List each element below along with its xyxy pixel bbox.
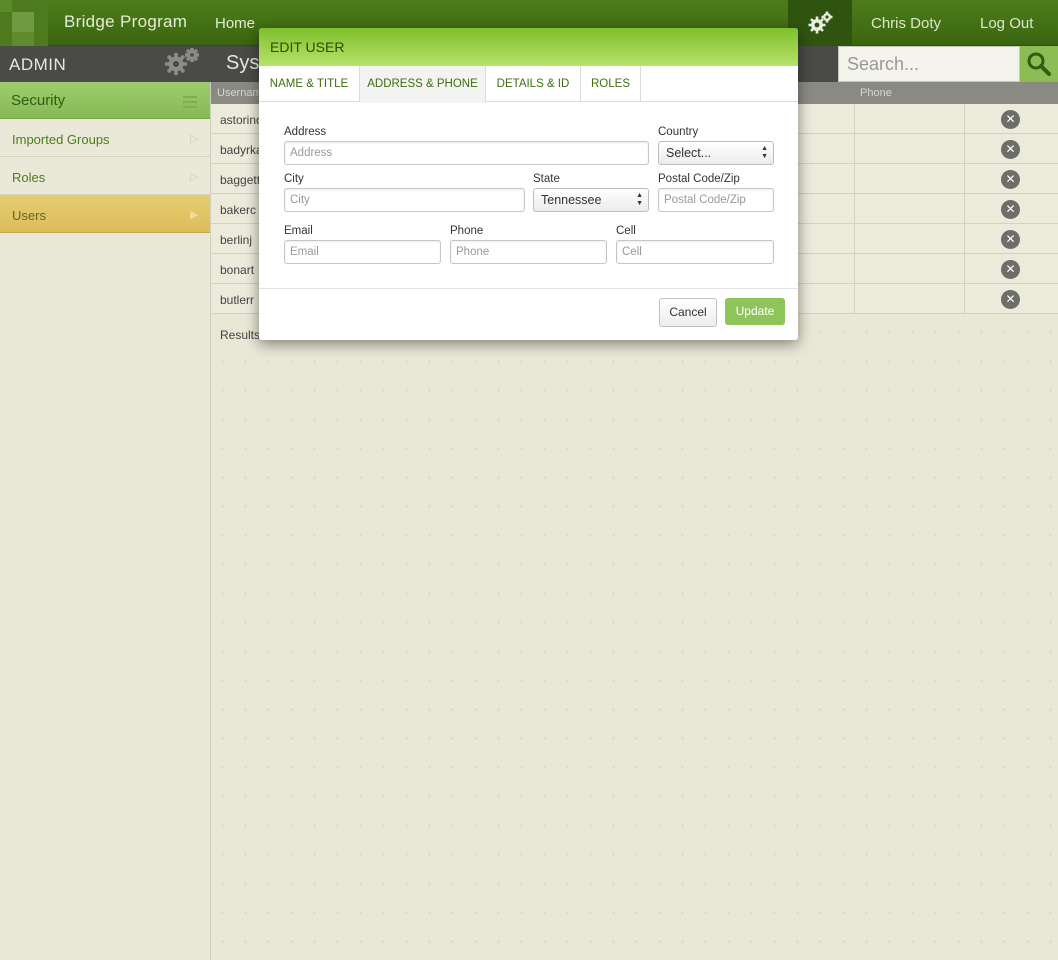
username-cell: astorino bbox=[220, 113, 263, 127]
logout-link[interactable]: Log Out bbox=[980, 15, 1033, 32]
username-cell: bakerc bbox=[220, 203, 257, 217]
app-title[interactable]: Bridge Program bbox=[64, 12, 187, 32]
tab-roles[interactable]: ROLES bbox=[581, 66, 641, 102]
sidebar-item-label: Roles bbox=[12, 170, 46, 185]
search-button[interactable] bbox=[1020, 46, 1058, 82]
state-select-value: Tennessee bbox=[541, 193, 602, 207]
admin-gear-icon bbox=[160, 46, 202, 87]
country-select-value: Select... bbox=[666, 146, 712, 160]
cell-label: Cell bbox=[616, 225, 636, 237]
city-label: City bbox=[284, 173, 304, 185]
zip-label: Postal Code/Zip bbox=[658, 173, 740, 185]
email-label: Email bbox=[284, 225, 313, 237]
cancel-button[interactable]: Cancel bbox=[659, 298, 717, 327]
user-name-link[interactable]: Chris Doty bbox=[871, 15, 941, 32]
admin-label: ADMIN bbox=[9, 55, 67, 74]
chevron-right-icon: ▷ bbox=[190, 171, 199, 183]
column-header-phone[interactable]: Phone bbox=[860, 87, 892, 99]
search-placeholder: Search... bbox=[847, 54, 920, 74]
delete-icon[interactable]: ✕ bbox=[1001, 140, 1020, 159]
delete-icon[interactable]: ✕ bbox=[1001, 260, 1020, 279]
city-input[interactable]: City bbox=[284, 188, 525, 212]
tab-name-title[interactable]: NAME & TITLE bbox=[259, 66, 360, 102]
nav-home-link[interactable]: Home bbox=[215, 15, 255, 32]
tab-details-id[interactable]: DETAILS & ID bbox=[486, 66, 581, 102]
tab-address-phone[interactable]: ADDRESS & PHONE bbox=[360, 66, 486, 103]
select-arrows-icon: ▲ ▼ bbox=[761, 145, 768, 160]
search-input[interactable]: Search... bbox=[838, 46, 1020, 82]
admin-header: ADMIN bbox=[0, 46, 211, 82]
edit-user-dialog: EDIT USER NAME & TITLE ADDRESS & PHONE D… bbox=[259, 28, 798, 340]
email-input[interactable]: Email bbox=[284, 240, 441, 264]
dialog-title: EDIT USER bbox=[270, 39, 345, 55]
sidebar-section-title: Security bbox=[11, 92, 66, 109]
search-icon bbox=[1027, 52, 1051, 76]
state-select[interactable]: Tennessee ▲ ▼ bbox=[533, 188, 649, 212]
delete-icon[interactable]: ✕ bbox=[1001, 230, 1020, 249]
delete-icon[interactable]: ✕ bbox=[1001, 200, 1020, 219]
dialog-tabs: NAME & TITLE ADDRESS & PHONE DETAILS & I… bbox=[259, 66, 798, 103]
country-label: Country bbox=[658, 126, 699, 138]
username-cell: butlerr bbox=[220, 293, 255, 307]
username-cell: badyrka bbox=[220, 143, 263, 157]
state-label: State bbox=[533, 173, 560, 185]
sidebar-item-label: Imported Groups bbox=[12, 132, 110, 147]
sidebar-section-security[interactable]: Security bbox=[0, 82, 210, 119]
address-input[interactable]: Address bbox=[284, 141, 649, 165]
dialog-footer-divider bbox=[259, 288, 798, 289]
delete-icon[interactable]: ✕ bbox=[1001, 170, 1020, 189]
username-cell: baggett bbox=[220, 173, 261, 187]
zip-input[interactable]: Postal Code/Zip bbox=[658, 188, 774, 212]
sidebar-item-imported-groups[interactable]: Imported Groups ▷ bbox=[0, 119, 210, 157]
delete-icon[interactable]: ✕ bbox=[1001, 110, 1020, 129]
phone-input[interactable]: Phone bbox=[450, 240, 607, 264]
sidebar: Security Imported Groups ▷ Roles ▷ Users… bbox=[0, 82, 211, 960]
username-cell: bonart bbox=[220, 263, 255, 277]
column-header-username[interactable]: Usernam bbox=[217, 87, 262, 99]
username-cell: berlinj bbox=[220, 233, 253, 247]
address-label: Address bbox=[284, 126, 327, 138]
sidebar-item-users[interactable]: Users ▶ bbox=[0, 195, 210, 233]
menu-icon[interactable] bbox=[183, 96, 197, 111]
cell-input[interactable]: Cell bbox=[616, 240, 774, 264]
phone-label: Phone bbox=[450, 225, 484, 237]
delete-icon[interactable]: ✕ bbox=[1001, 290, 1020, 309]
sidebar-item-label: Users bbox=[12, 208, 46, 223]
app-logo[interactable] bbox=[0, 0, 48, 46]
chevron-right-icon: ▶ bbox=[190, 209, 199, 221]
dialog-header: EDIT USER bbox=[259, 28, 798, 66]
update-button[interactable]: Update bbox=[725, 298, 785, 325]
results-label: Results: bbox=[220, 328, 264, 342]
background-texture bbox=[211, 318, 1058, 960]
chevron-right-icon: ▷ bbox=[190, 133, 199, 145]
select-arrows-icon: ▲ ▼ bbox=[636, 192, 643, 207]
country-select[interactable]: Select... ▲ ▼ bbox=[658, 141, 774, 165]
sidebar-item-roles[interactable]: Roles ▷ bbox=[0, 157, 210, 195]
